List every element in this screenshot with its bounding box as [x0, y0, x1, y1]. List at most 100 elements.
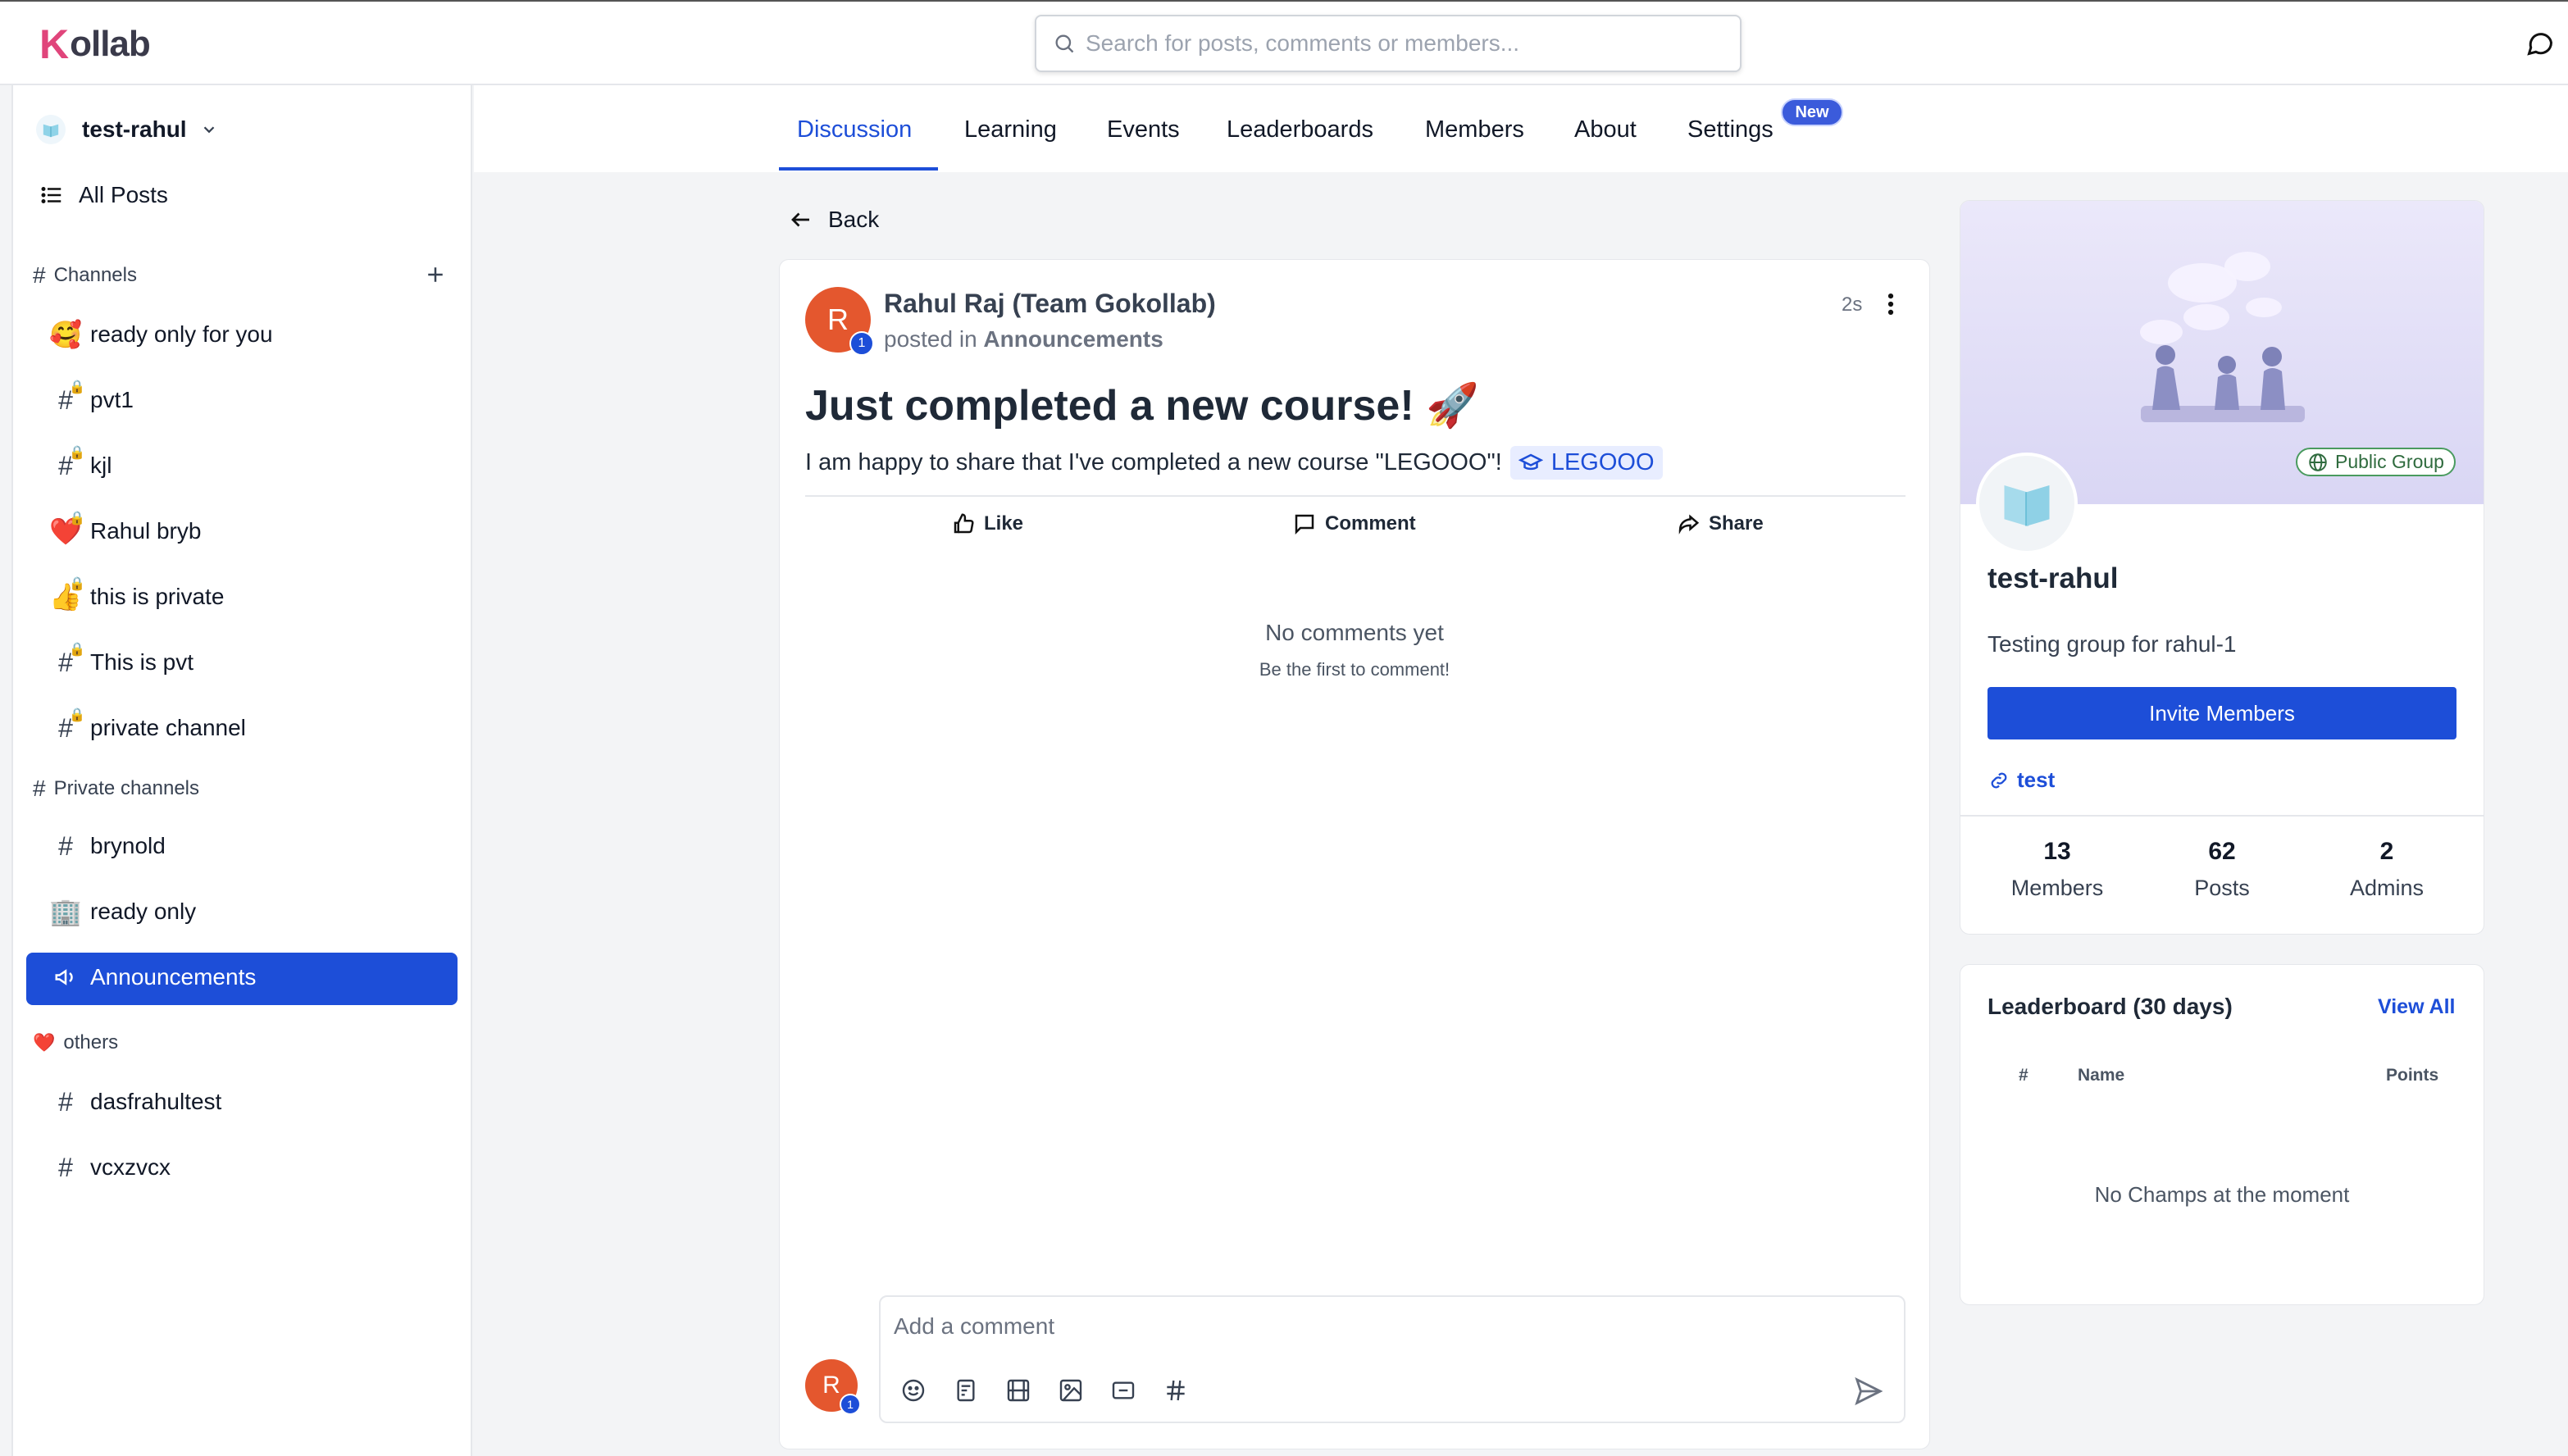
tab-discussion[interactable]: Discussion [797, 116, 912, 143]
hash-icon: # [58, 830, 73, 861]
group-name: test-rahul [1987, 562, 2119, 594]
megaphone-icon [51, 962, 80, 992]
book-icon [2000, 476, 2054, 530]
graduation-cap-icon [1518, 451, 1543, 475]
sidebar-item-announcements-content[interactable]: Announcements [51, 962, 256, 992]
sidebar-item-label: dasfrahultest [90, 1089, 222, 1114]
back-button[interactable]: Back [779, 200, 890, 239]
comment-button[interactable]: Comment [1292, 512, 1416, 536]
locked-hash-icon: # 🔒 [58, 446, 85, 480]
others-header: ❤️ others [33, 1031, 118, 1054]
invite-members-button[interactable]: Invite Members [1987, 687, 2456, 739]
like-button[interactable]: Like [951, 512, 1023, 536]
post-title: Just completed a new course! 🚀 [805, 382, 1479, 430]
private-channels-header-label: Private channels [53, 777, 200, 799]
leaderboard-col-name: Name [2078, 1066, 2125, 1085]
comment-label: Comment [1325, 512, 1416, 535]
comment-placeholder: Add a comment [894, 1313, 1055, 1339]
add-channel-icon[interactable] [423, 262, 448, 287]
posted-in-channel-link[interactable]: Announcements [983, 326, 1163, 352]
thumbs-up-icon [951, 512, 984, 536]
tab-settings[interactable]: Settings [1687, 116, 1773, 143]
chat-bubble-icon[interactable] [2525, 28, 2555, 57]
posted-in-prefix: posted in [884, 326, 977, 352]
avatar-letter: R [822, 1372, 840, 1399]
stat-label: Members [2010, 876, 2104, 900]
comment-icon [1292, 512, 1325, 536]
hash-icon: # [58, 1152, 73, 1182]
group-switcher[interactable]: test-rahul [36, 115, 218, 144]
video-icon[interactable] [1005, 1377, 1031, 1404]
course-chip[interactable]: LEGOOO [1509, 446, 1663, 480]
globe-icon [2307, 452, 2329, 473]
share-button[interactable]: Share [1676, 512, 1764, 536]
stat-value: 2 [2379, 838, 2394, 865]
current-user-avatar: R 1 [805, 1359, 861, 1415]
sidebar-item-private-channel[interactable]: # 🔒 private channel [51, 708, 246, 743]
gif-icon[interactable] [1110, 1377, 1136, 1404]
group-description: Testing group for rahul-1 [1987, 631, 2237, 657]
emoji-icon: 🥰 [49, 320, 82, 349]
sidebar-item-label: private channel [90, 715, 246, 740]
sidebar-item-label: This is pvt [90, 649, 194, 675]
locked-hash-icon: # 🔒 [58, 380, 85, 415]
group-link-label: test [2017, 767, 2056, 792]
kollab-logo[interactable]: Kollab [39, 20, 151, 69]
heart-icon: ❤️ [33, 1032, 56, 1053]
all-posts-label: All Posts [79, 182, 168, 207]
sidebar-item-label: Announcements [90, 964, 257, 990]
all-posts-link[interactable]: All Posts [39, 182, 168, 208]
sidebar-item-vcxzvcx[interactable]: # vcxzvcx [51, 1153, 171, 1182]
stat-posts: 62 Posts [2140, 838, 2304, 901]
tab-about[interactable]: About [1574, 116, 1637, 143]
thumbs-up-icon: 👍 🔒 [49, 577, 85, 612]
group-link[interactable]: test [1987, 767, 2055, 793]
author-avatar[interactable]: R 1 [805, 287, 874, 356]
tab-learning[interactable]: Learning [964, 116, 1057, 143]
comment-input[interactable]: Add a comment [879, 1295, 1906, 1423]
sidebar-item-pvt1[interactable]: # 🔒 pvt1 [51, 380, 134, 415]
search-input[interactable]: Search for posts, comments or members... [1035, 15, 1742, 72]
stat-label: Posts [2194, 876, 2250, 900]
sidebar-item-brynold[interactable]: # brynold [51, 831, 166, 861]
post-divider [805, 495, 1906, 497]
level-badge: 1 [840, 1394, 861, 1415]
post-body: I am happy to share that I've completed … [805, 446, 1663, 480]
posted-in: posted in Announcements [884, 326, 1163, 353]
sidebar-item-label: this is private [90, 584, 225, 609]
tab-leaderboards[interactable]: Leaderboards [1227, 116, 1373, 143]
avatar-letter: R [827, 303, 849, 336]
more-options-icon[interactable] [1883, 290, 1899, 318]
chevron-down-icon [200, 121, 218, 139]
emoji-icon[interactable] [900, 1377, 927, 1404]
channels-header-label: Channels [53, 264, 137, 286]
stat-value: 62 [2208, 838, 2236, 865]
sidebar-item-label: Rahul bryb [90, 518, 202, 544]
hashtag-icon[interactable] [1163, 1377, 1189, 1404]
sidebar [11, 85, 472, 1456]
locked-hash-icon: # 🔒 [58, 643, 85, 677]
no-comments-text: No comments yet [1265, 620, 1444, 645]
tab-members[interactable]: Members [1425, 116, 1524, 143]
image-icon[interactable] [1058, 1377, 1084, 1404]
sidebar-item-kjl[interactable]: # 🔒 kjl [51, 446, 112, 480]
view-all-link[interactable]: View All [2378, 995, 2455, 1019]
stat-admins: 2 Admins [2305, 838, 2469, 901]
back-label: Back [828, 207, 880, 232]
logo-text: ollab [70, 24, 151, 64]
sidebar-item-this-is-private[interactable]: 👍 🔒 this is private [49, 577, 225, 612]
hash-icon: # [33, 262, 46, 288]
sidebar-item-dasfrahultest[interactable]: # dasfrahultest [51, 1087, 221, 1117]
send-icon[interactable] [1853, 1376, 1884, 1407]
tab-bar: Discussion Learning Events Leaderboards … [474, 85, 2568, 172]
sidebar-item-ready-only-for-you[interactable]: 🥰 ready only for you [49, 320, 273, 349]
author-name[interactable]: Rahul Raj (Team Gokollab) [884, 289, 1216, 319]
stats-divider [1960, 815, 2484, 817]
sidebar-item-ready-only[interactable]: 🏢 ready only [49, 897, 196, 926]
post-card [779, 259, 1930, 1449]
like-label: Like [984, 512, 1024, 535]
sidebar-item-this-is-pvt[interactable]: # 🔒 This is pvt [51, 643, 194, 677]
sidebar-item-rahul-bryb[interactable]: ❤️ 🔒 Rahul bryb [49, 512, 202, 546]
poll-icon[interactable] [953, 1377, 979, 1404]
tab-events[interactable]: Events [1107, 116, 1180, 143]
